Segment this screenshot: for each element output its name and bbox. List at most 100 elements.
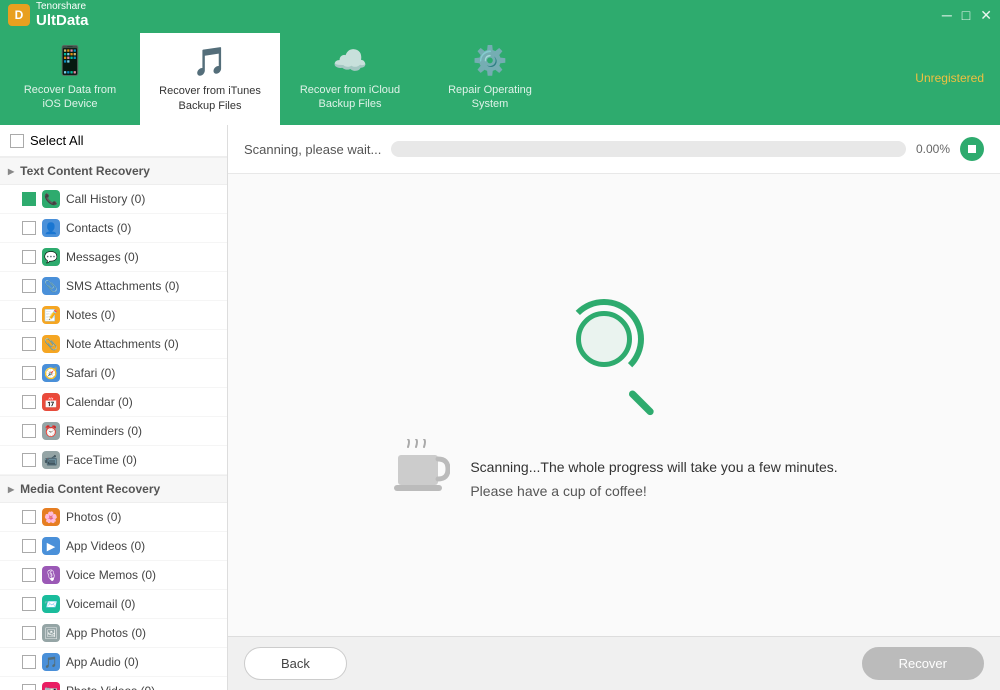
coffee-text: Scanning...The whole progress will take … [470, 456, 837, 504]
photos-icon: 🌸 [42, 508, 60, 526]
photo-videos-icon: 📷 [42, 682, 60, 690]
list-item[interactable]: 💬 Messages (0) [0, 243, 227, 272]
ios-label: Recover Data fromiOS Device [24, 83, 116, 112]
magnifier-animation [554, 289, 674, 409]
checkbox-safari[interactable] [22, 366, 36, 380]
voice-memos-icon: 🎙 [42, 566, 60, 584]
voice-memos-label: Voice Memos (0) [66, 568, 219, 582]
safari-icon: 🧭 [42, 364, 60, 382]
list-item[interactable]: 📞 Call History (0) [0, 185, 227, 214]
bottom-bar: Back Recover [228, 636, 1000, 690]
checkbox-messages[interactable] [22, 250, 36, 264]
back-button[interactable]: Back [244, 647, 347, 680]
magnifier-body [576, 311, 632, 367]
progress-area: Scanning, please wait... 0.00% [228, 125, 1000, 174]
section-triangle-icon: ▶ [8, 167, 14, 176]
app-videos-label: App Videos (0) [66, 539, 219, 553]
checkbox-facetime[interactable] [22, 453, 36, 467]
checkbox-note-attachments[interactable] [22, 337, 36, 351]
photo-videos-label: Photo Videos (0) [66, 684, 219, 690]
app-videos-icon: ▶ [42, 537, 60, 555]
coffee-line2: Please have a cup of coffee! [470, 480, 837, 504]
list-item[interactable]: 📝 Notes (0) [0, 301, 227, 330]
select-all-label: Select All [30, 133, 83, 148]
checkbox-app-videos[interactable] [22, 539, 36, 553]
checkbox-contacts[interactable] [22, 221, 36, 235]
nav-icloud-backup[interactable]: ☁️ Recover from iCloudBackup Files [280, 30, 420, 125]
reminders-label: Reminders (0) [66, 424, 219, 438]
notes-icon: 📝 [42, 306, 60, 324]
list-item[interactable]: 📹 FaceTime (0) [0, 446, 227, 475]
checkbox-voicemail[interactable] [22, 597, 36, 611]
progress-label: Scanning, please wait... [244, 142, 381, 157]
voicemail-icon: 📨 [42, 595, 60, 613]
repair-label: Repair OperatingSystem [448, 83, 532, 112]
facetime-label: FaceTime (0) [66, 453, 219, 467]
icloud-icon: ☁️ [333, 44, 368, 77]
list-item[interactable]: 🌸 Photos (0) [0, 503, 227, 532]
list-item[interactable]: 📅 Calendar (0) [0, 388, 227, 417]
list-item[interactable]: 📎 Note Attachments (0) [0, 330, 227, 359]
company-name: Tenorshare [36, 1, 89, 12]
app-branding: Tenorshare UltData [36, 1, 89, 29]
progress-bar [391, 141, 906, 157]
sms-attachments-label: SMS Attachments (0) [66, 279, 219, 293]
section-text-content[interactable]: ▶ Text Content Recovery [0, 157, 227, 185]
main-area: Select All ▶ Text Content Recovery 📞 Cal… [0, 125, 1000, 690]
minimize-button[interactable]: ─ [942, 7, 952, 23]
recover-button[interactable]: Recover [862, 647, 984, 680]
magnifier-handle [628, 389, 656, 417]
section-triangle-media-icon: ▶ [8, 485, 14, 494]
checkbox-app-audio[interactable] [22, 655, 36, 669]
checkbox-app-photos[interactable] [22, 626, 36, 640]
nav-bar: 📱 Recover Data fromiOS Device 🎵 Recover … [0, 30, 1000, 125]
list-item[interactable]: ⏰ Reminders (0) [0, 417, 227, 446]
note-attachments-label: Note Attachments (0) [66, 337, 219, 351]
list-item[interactable]: 🧭 Safari (0) [0, 359, 227, 388]
nav-ios-device[interactable]: 📱 Recover Data fromiOS Device [0, 30, 140, 125]
app-audio-label: App Audio (0) [66, 655, 219, 669]
checkbox-voice-memos[interactable] [22, 568, 36, 582]
checkbox-call-history[interactable] [22, 192, 36, 206]
checkbox-photo-videos[interactable] [22, 684, 36, 690]
list-item[interactable]: 📎 SMS Attachments (0) [0, 272, 227, 301]
list-item[interactable]: 📷 Photo Videos (0) [0, 677, 227, 690]
list-item[interactable]: 🎵 App Audio (0) [0, 648, 227, 677]
list-item[interactable]: 📨 Voicemail (0) [0, 590, 227, 619]
stop-button[interactable] [960, 137, 984, 161]
title-bar-controls: ─ □ ✕ [942, 7, 992, 24]
calendar-icon: 📅 [42, 393, 60, 411]
select-all-row[interactable]: Select All [0, 125, 227, 157]
nav-itunes-backup[interactable]: 🎵 Recover from iTunesBackup Files [140, 30, 280, 125]
app-logo: D [8, 4, 30, 26]
calendar-label: Calendar (0) [66, 395, 219, 409]
list-item[interactable]: 🎙 Voice Memos (0) [0, 561, 227, 590]
messages-icon: 💬 [42, 248, 60, 266]
coffee-section: Scanning...The whole progress will take … [390, 439, 837, 521]
checkbox-photos[interactable] [22, 510, 36, 524]
facetime-icon: 📹 [42, 451, 60, 469]
nav-repair-os[interactable]: ⚙️ Repair OperatingSystem [420, 30, 560, 125]
app-photos-icon: 🖼 [42, 624, 60, 642]
progress-percent: 0.00% [916, 142, 950, 156]
checkbox-sms-attachments[interactable] [22, 279, 36, 293]
checkbox-notes[interactable] [22, 308, 36, 322]
notes-label: Notes (0) [66, 308, 219, 322]
checkbox-reminders[interactable] [22, 424, 36, 438]
section-text-label: Text Content Recovery [20, 164, 150, 178]
list-item[interactable]: 🖼 App Photos (0) [0, 619, 227, 648]
messages-label: Messages (0) [66, 250, 219, 264]
close-button[interactable]: ✕ [980, 7, 992, 24]
section-media-label: Media Content Recovery [20, 482, 160, 496]
app-photos-label: App Photos (0) [66, 626, 219, 640]
maximize-button[interactable]: □ [962, 7, 970, 23]
select-all-checkbox[interactable] [10, 134, 24, 148]
list-item[interactable]: 👤 Contacts (0) [0, 214, 227, 243]
call-history-label: Call History (0) [66, 192, 219, 206]
stop-icon [968, 145, 976, 153]
list-item[interactable]: ▶ App Videos (0) [0, 532, 227, 561]
checkbox-calendar[interactable] [22, 395, 36, 409]
scanning-visual: Scanning...The whole progress will take … [228, 174, 1000, 636]
coffee-icon [390, 439, 450, 521]
section-media-content[interactable]: ▶ Media Content Recovery [0, 475, 227, 503]
